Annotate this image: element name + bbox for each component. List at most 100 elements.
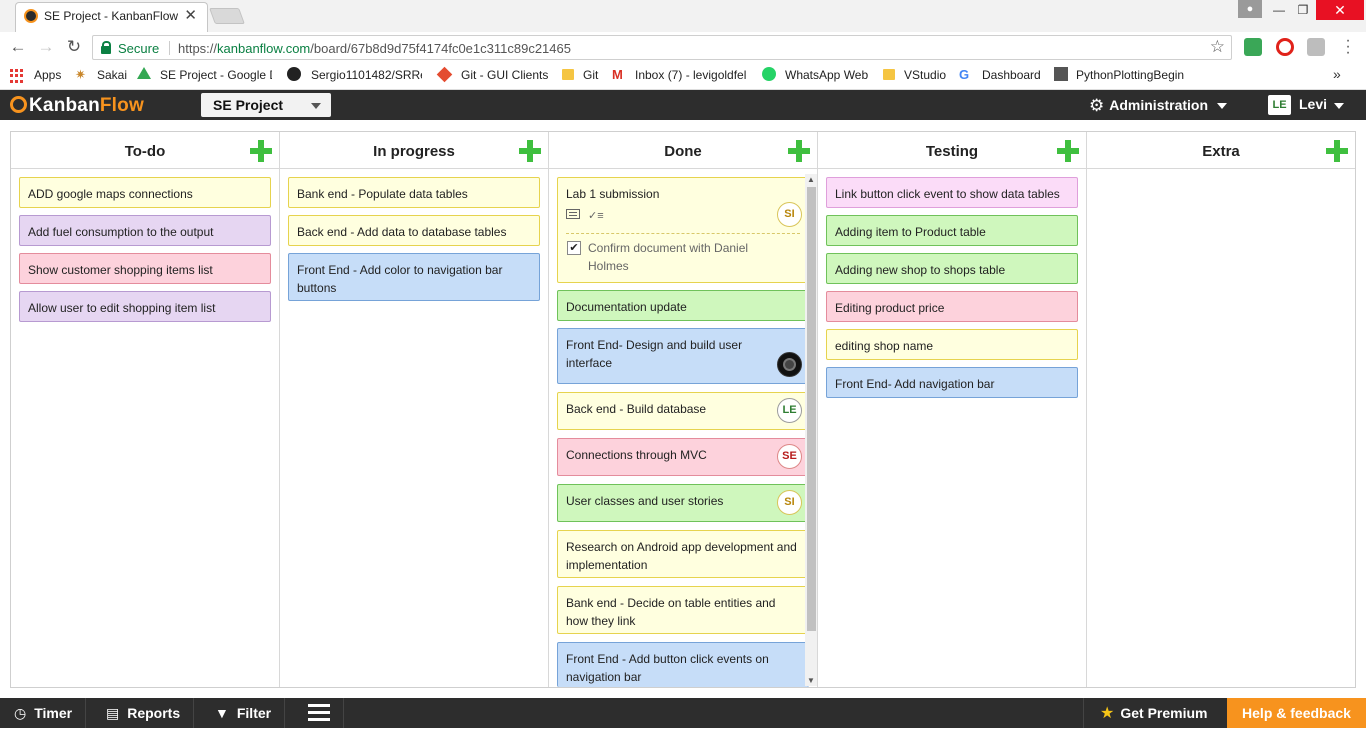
bookmark-whatsapp[interactable]: WhatsApp Web xyxy=(785,68,868,82)
browser-menu-icon[interactable]: · · · xyxy=(1344,33,1352,61)
assignee-badge: SE xyxy=(777,444,802,469)
add-task-plus-icon[interactable] xyxy=(250,140,272,162)
scroll-down-arrow-icon[interactable]: ▼ xyxy=(805,676,817,685)
user-name[interactable]: Levi xyxy=(1299,96,1327,112)
back-icon[interactable]: ← xyxy=(7,36,29,58)
chevron-down-icon xyxy=(311,103,321,109)
done-column-scrollbar[interactable]: ▲ ▼ xyxy=(805,174,817,686)
opera-icon[interactable] xyxy=(1276,38,1294,56)
gmail-icon: M xyxy=(612,67,623,82)
bookmark-sergio[interactable]: Sergio1101482/SRRe xyxy=(311,68,422,82)
bookmark-git-folder[interactable]: Git xyxy=(583,68,598,82)
kanbanflow-logo[interactable]: KanbanFlow xyxy=(10,95,144,117)
task-card[interactable]: Adding new shop to shops table xyxy=(826,253,1078,284)
task-card[interactable]: Front End - Add color to navigation bar … xyxy=(288,253,540,301)
task-card[interactable]: Link button click event to show data tab… xyxy=(826,177,1078,208)
filter-button[interactable]: ▼ Filter xyxy=(203,698,286,728)
administration-label: Administration xyxy=(1109,97,1209,113)
task-card[interactable]: Adding item to Product table xyxy=(826,215,1078,246)
task-card[interactable]: Bank end - Populate data tables xyxy=(288,177,540,208)
task-card[interactable]: Show customer shopping items list xyxy=(19,253,271,284)
bookmarks-bar: Apps ✷ Sakai SE Project - Google D Sergi… xyxy=(0,62,1366,90)
column-extra: Extra xyxy=(1087,132,1355,687)
card-icons: ✓≡ xyxy=(566,206,604,225)
board-selector[interactable]: SE Project xyxy=(201,93,331,117)
browser-tab[interactable]: SE Project - KanbanFlow ✕ xyxy=(15,2,208,32)
help-feedback-button[interactable]: Help & feedback xyxy=(1227,698,1366,728)
restore-icon[interactable]: ❐ xyxy=(1290,0,1316,20)
task-card[interactable]: Front End- Design and build user interfa… xyxy=(557,328,809,384)
minimize-icon[interactable]: — xyxy=(1266,0,1292,20)
kanban-board: To-do ADD google maps connections Add fu… xyxy=(10,131,1356,688)
task-card[interactable]: Front End- Add navigation bar xyxy=(826,367,1078,398)
column-testing: Testing Link button click event to show … xyxy=(818,132,1087,687)
bookmark-apps[interactable]: Apps xyxy=(34,68,61,82)
column-header: Extra xyxy=(1087,132,1355,169)
bookmark-star-icon[interactable]: ☆ xyxy=(1210,37,1225,57)
kanbanflow-favicon-icon xyxy=(24,9,38,23)
task-text: Connections through MVC xyxy=(566,448,707,462)
bookmark-vstudio[interactable]: VStudio xyxy=(904,68,946,82)
sakai-icon: ✷ xyxy=(75,67,86,82)
bookmark-inbox[interactable]: Inbox (7) - levigoldfel xyxy=(635,68,747,82)
task-card[interactable]: Bank end - Decide on table entities and … xyxy=(557,586,809,634)
task-text: Allow user to edit shopping item list xyxy=(28,301,216,315)
task-text: User classes and user stories xyxy=(566,494,724,508)
task-text: Documentation update xyxy=(566,300,687,314)
address-bar[interactable]: Secure https://kanbanflow.com/board/67b8… xyxy=(92,35,1232,60)
add-task-plus-icon[interactable] xyxy=(1326,140,1348,162)
subtask-checkbox[interactable]: ✔ xyxy=(567,241,581,255)
task-card[interactable]: Connections through MVC SE xyxy=(557,438,809,476)
task-card[interactable]: Allow user to edit shopping item list xyxy=(19,291,271,322)
get-premium-button[interactable]: ★ Get Premium xyxy=(1083,698,1223,728)
reload-icon[interactable]: ↻ xyxy=(63,36,85,58)
new-tab-button[interactable] xyxy=(209,8,245,24)
board-name: SE Project xyxy=(213,97,284,113)
task-card[interactable]: Back end - Add data to database tables xyxy=(288,215,540,246)
task-text: Front End - Add color to navigation bar … xyxy=(297,263,503,295)
window-close-icon[interactable]: ✕ xyxy=(1316,0,1364,20)
task-text: Bank end - Populate data tables xyxy=(297,187,468,201)
task-card[interactable]: Front End - Add button click events on n… xyxy=(557,642,809,687)
timer-button[interactable]: ◷ Timer xyxy=(0,698,87,728)
scroll-up-arrow-icon[interactable]: ▲ xyxy=(805,175,817,184)
task-card[interactable]: Research on Android app development and … xyxy=(557,530,809,578)
administration-menu[interactable]: ⚙ Administration xyxy=(1089,96,1208,116)
profile-icon[interactable]: ● xyxy=(1238,0,1262,18)
bookmark-sakai[interactable]: Sakai xyxy=(97,68,127,82)
bookmark-git-gui[interactable]: Git - GUI Clients xyxy=(461,68,548,82)
add-task-plus-icon[interactable] xyxy=(1057,140,1079,162)
task-card[interactable]: editing shop name xyxy=(826,329,1078,360)
reports-button[interactable]: ▤ Reports xyxy=(94,698,195,728)
add-task-plus-icon[interactable] xyxy=(788,140,810,162)
bookmark-python-plotting[interactable]: PythonPlottingBegin xyxy=(1076,68,1188,82)
task-card[interactable]: Editing product price xyxy=(826,291,1078,322)
task-card[interactable]: ADD google maps connections xyxy=(19,177,271,208)
apps-grid-icon xyxy=(10,69,24,83)
task-card[interactable]: User classes and user stories SI xyxy=(557,484,809,522)
google-icon: G xyxy=(959,67,970,82)
git-icon xyxy=(436,66,453,83)
bookmarks-overflow-icon[interactable]: » xyxy=(1333,66,1341,82)
scrollbar-thumb[interactable] xyxy=(807,187,816,631)
task-card[interactable]: Add fuel consumption to the output xyxy=(19,215,271,246)
tab-close-icon[interactable]: ✕ xyxy=(184,6,197,24)
logo-text-flow: Flow xyxy=(99,95,144,116)
user-avatar[interactable]: LE xyxy=(1268,95,1291,115)
more-menu-button[interactable] xyxy=(296,698,344,728)
bookmark-dashboard[interactable]: Dashboard xyxy=(982,68,1041,82)
task-text: Back end - Add data to database tables xyxy=(297,225,507,239)
task-text: Front End- Add navigation bar xyxy=(835,377,995,391)
add-task-plus-icon[interactable] xyxy=(519,140,541,162)
task-card[interactable]: Back end - Build database LE xyxy=(557,392,809,430)
url-path: /board/67b8d9d75f4174fc0e1c311c89c21465 xyxy=(310,41,571,56)
bookmark-se-project[interactable]: SE Project - Google D xyxy=(160,68,272,82)
task-text: Adding new shop to shops table xyxy=(835,263,1006,277)
column-title: In progress xyxy=(373,143,455,160)
subtask-list-icon: ✓≡ xyxy=(588,210,604,222)
cloud-extension-icon[interactable] xyxy=(1307,38,1325,56)
task-card[interactable]: Documentation update xyxy=(557,290,809,321)
forward-icon[interactable]: → xyxy=(35,36,57,58)
extension-icon[interactable] xyxy=(1244,38,1262,56)
task-card[interactable]: Lab 1 submission ✓≡ SI ✔ Confirm documen… xyxy=(557,177,809,283)
